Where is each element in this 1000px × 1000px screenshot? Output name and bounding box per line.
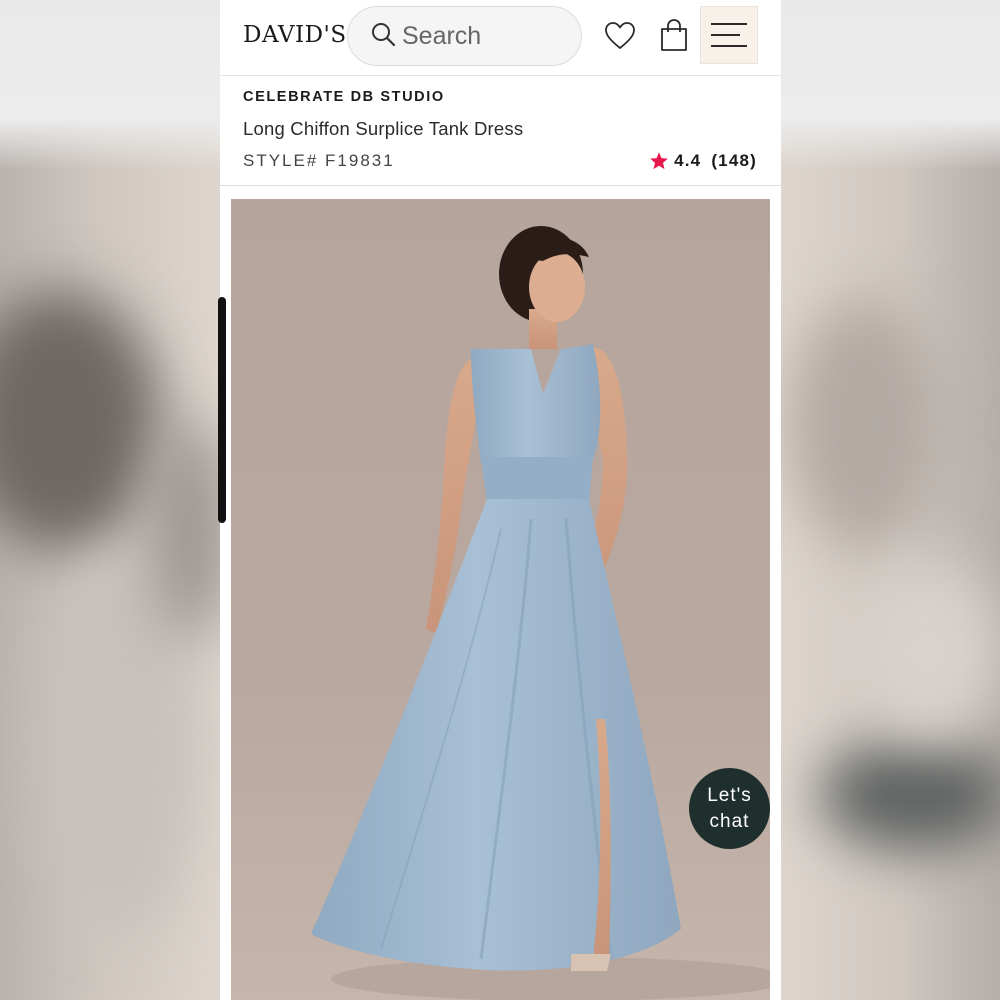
top-navigation: DAVID'S xyxy=(220,0,781,76)
product-style-number: STYLE# F19831 xyxy=(243,151,395,170)
product-rating[interactable]: 4.4 (148) xyxy=(649,151,757,171)
product-image[interactable] xyxy=(231,199,770,1000)
review-count: (148) xyxy=(711,151,757,170)
backdrop-left xyxy=(0,0,220,1000)
chat-button-line1: Let's xyxy=(707,784,752,806)
brand-logo[interactable]: DAVID'S xyxy=(243,18,347,52)
search-input[interactable] xyxy=(402,21,572,51)
wishlist-button[interactable] xyxy=(602,18,638,54)
shopping-bag-icon xyxy=(661,19,687,51)
chat-button-line2: chat xyxy=(709,810,750,832)
model-in-dress-image xyxy=(231,199,770,1000)
star-icon xyxy=(650,152,668,170)
heart-icon xyxy=(605,22,635,49)
search-bar[interactable] xyxy=(347,6,582,66)
search-icon xyxy=(370,21,396,52)
product-brand[interactable]: CELEBRATE DB STUDIO xyxy=(243,89,445,105)
phone-screen: DAVID'S Search CELEBRATE DB STUDIO Long … xyxy=(220,0,781,1000)
shopping-bag-button[interactable] xyxy=(656,16,692,54)
menu-button[interactable] xyxy=(700,6,758,64)
menu-icon xyxy=(711,23,747,47)
product-title: Long Chiffon Surplice Tank Dress xyxy=(243,118,524,139)
rating-value: 4.4 xyxy=(674,151,702,170)
backdrop-right xyxy=(780,0,1000,1000)
chat-button[interactable]: Let's chat xyxy=(689,768,770,849)
scroll-indicator xyxy=(218,297,226,523)
product-info: CELEBRATE DB STUDIO Long Chiffon Surplic… xyxy=(220,77,781,186)
